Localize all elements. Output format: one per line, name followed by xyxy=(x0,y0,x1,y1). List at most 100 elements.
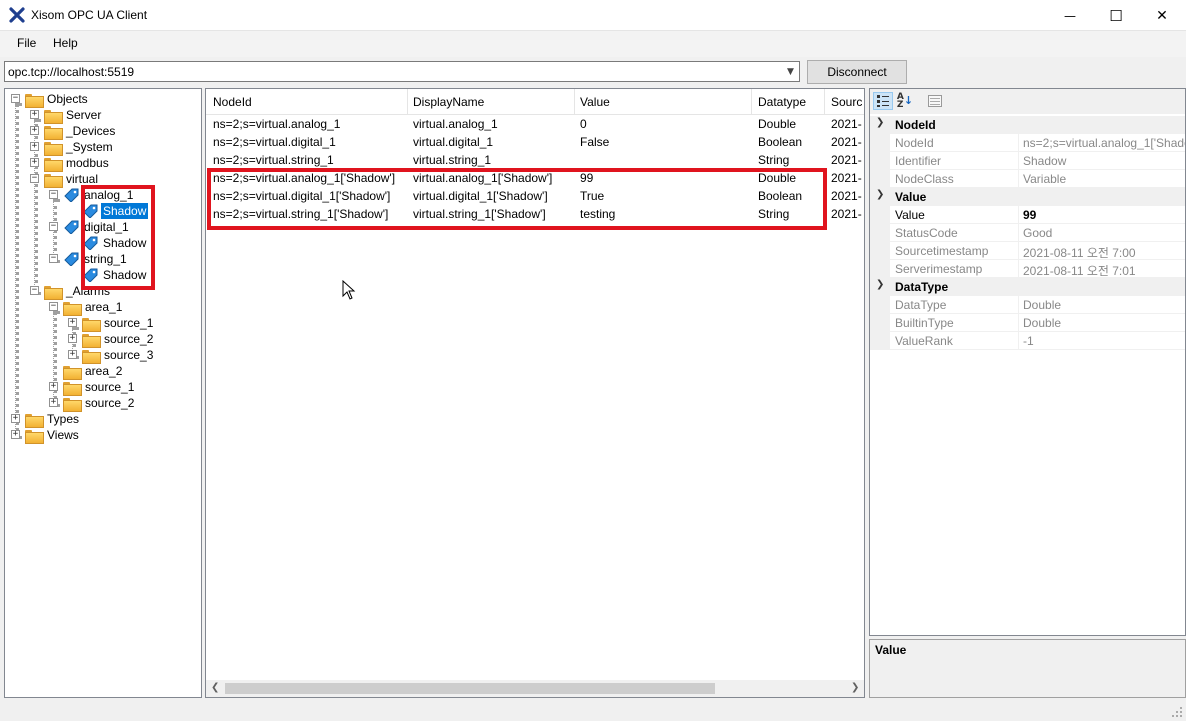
expand-toggle[interactable]: + xyxy=(30,110,39,119)
disconnect-button[interactable]: Disconnect xyxy=(807,60,907,84)
endpoint-url-combobox[interactable]: opc.tcp://localhost:5519 ▼ xyxy=(4,61,800,82)
property-divider xyxy=(1018,152,1019,170)
tree-node-modbus[interactable]: modbus xyxy=(44,155,111,172)
table-row[interactable]: ns=2;s=virtual.analog_1 virtual.analog_1… xyxy=(206,115,864,133)
expand-toggle[interactable]: + xyxy=(30,142,39,151)
property-category-value[interactable]: ❯ Value xyxy=(870,188,1185,206)
maximize-button[interactable]: ☐ xyxy=(1093,0,1139,31)
tree-node-source-3[interactable]: source_3 xyxy=(82,347,155,364)
scroll-right-icon[interactable]: ❯ xyxy=(851,682,859,693)
tag-icon xyxy=(63,188,79,202)
property-row[interactable]: Sourcetimestamp 2021-08-11 오전 7:00 xyxy=(870,242,1185,260)
horizontal-scrollbar[interactable]: ❮ ❯ xyxy=(206,680,864,697)
minimize-button[interactable]: — xyxy=(1047,0,1093,31)
resize-grip-icon[interactable] xyxy=(1171,706,1183,718)
property-row[interactable]: StatusCode Good xyxy=(870,224,1185,242)
category-label: NodeId xyxy=(895,118,936,132)
tree-node-label: source_2 xyxy=(104,332,154,346)
scroll-left-icon[interactable]: ❮ xyxy=(211,682,219,693)
property-value: Double xyxy=(1023,298,1062,312)
property-value[interactable]: 99 xyxy=(1023,208,1036,222)
tree-node-alarms-source-2[interactable]: source_2 xyxy=(63,395,136,412)
expand-toggle[interactable]: + xyxy=(30,158,39,167)
property-row[interactable]: Identifier Shadow xyxy=(870,152,1185,170)
expand-toggle[interactable]: + xyxy=(68,350,77,359)
property-gutter xyxy=(870,170,890,188)
table-row[interactable]: ns=2;s=virtual.digital_1 virtual.digital… xyxy=(206,133,864,151)
property-category-datatype[interactable]: ❯ DataType xyxy=(870,278,1185,296)
property-gutter xyxy=(870,224,890,242)
tree-node-alarms-source-1[interactable]: source_1 xyxy=(63,379,136,396)
property-divider xyxy=(1018,314,1019,332)
property-value: Shadow xyxy=(1023,154,1067,168)
alphabetical-sort-button[interactable]: A Z ↓ xyxy=(895,92,915,110)
property-toolbar: A Z ↓ xyxy=(870,89,1185,114)
column-header-nodeid[interactable]: NodeId xyxy=(213,95,252,109)
property-name: ValueRank xyxy=(895,334,953,348)
tree-node-label: _System xyxy=(66,140,113,154)
expand-toggle[interactable]: + xyxy=(49,398,58,407)
collapse-toggle[interactable]: − xyxy=(49,302,58,311)
tree-node-server[interactable]: Server xyxy=(44,107,103,124)
tree-node-source-2[interactable]: source_2 xyxy=(82,331,155,348)
tree-node-objects[interactable]: Objects xyxy=(25,91,90,108)
table-row[interactable]: ns=2;s=virtual.string_1 virtual.string_1… xyxy=(206,151,864,169)
tree-node-system[interactable]: _System xyxy=(44,139,115,156)
menu-file[interactable]: File xyxy=(17,36,36,50)
categorized-view-button[interactable] xyxy=(873,92,893,110)
column-divider[interactable] xyxy=(407,89,408,115)
folder-icon xyxy=(25,429,44,444)
column-header-displayname[interactable]: DisplayName xyxy=(413,95,484,109)
collapse-toggle[interactable]: − xyxy=(49,222,58,231)
tree-node-devices[interactable]: _Devices xyxy=(44,123,117,140)
property-row[interactable]: NodeClass Variable xyxy=(870,170,1185,188)
tree-node-area-1[interactable]: area_1 xyxy=(63,299,124,316)
expand-toggle[interactable]: + xyxy=(30,126,39,135)
chevron-down-icon[interactable]: ❯ xyxy=(876,117,884,128)
collapse-toggle[interactable]: − xyxy=(30,174,39,183)
tree-node-types[interactable]: Types xyxy=(25,411,81,428)
close-button[interactable]: ✕ xyxy=(1139,0,1185,31)
property-row[interactable]: DataType Double xyxy=(870,296,1185,314)
property-category-nodeid[interactable]: ❯ NodeId xyxy=(870,116,1185,134)
address-space-tree[interactable]: − Objects + Server + _Devices + _System … xyxy=(4,88,202,698)
column-header-value[interactable]: Value xyxy=(580,95,610,109)
property-row[interactable]: NodeId ns=2;s=virtual.analog_1['Shadow'] xyxy=(870,134,1185,152)
property-row[interactable]: BuiltinType Double xyxy=(870,314,1185,332)
scrollbar-thumb[interactable] xyxy=(225,683,715,694)
tree-node-views[interactable]: Views xyxy=(25,427,81,444)
title-bar: Xisom OPC UA Client — ☐ ✕ xyxy=(0,0,1186,31)
collapse-toggle[interactable]: − xyxy=(49,190,58,199)
property-pages-button[interactable] xyxy=(925,92,945,110)
cell-source: 2021- xyxy=(831,153,862,167)
tree-node-area-2[interactable]: area_2 xyxy=(63,363,124,380)
column-header-source[interactable]: Sourc xyxy=(831,95,862,109)
expand-toggle[interactable]: + xyxy=(11,414,20,423)
property-row[interactable]: Value 99 xyxy=(870,206,1185,224)
chevron-down-icon[interactable]: ▼ xyxy=(782,62,799,81)
column-divider[interactable] xyxy=(574,89,575,115)
column-divider[interactable] xyxy=(824,89,825,115)
collapse-toggle[interactable]: − xyxy=(49,254,58,263)
chevron-down-icon[interactable]: ❯ xyxy=(876,279,884,290)
property-name: Identifier xyxy=(895,154,942,168)
menu-help[interactable]: Help xyxy=(53,36,78,50)
property-row[interactable]: Serverimestamp 2021-08-11 오전 7:01 xyxy=(870,260,1185,278)
expand-toggle[interactable]: + xyxy=(49,382,58,391)
property-row[interactable]: ValueRank -1 xyxy=(870,332,1185,350)
property-grid[interactable]: A Z ↓ ❯ NodeId NodeId ns=2;s=virtual.analo… xyxy=(869,88,1186,636)
tree-node-label: source_1 xyxy=(85,380,135,394)
collapse-toggle[interactable]: − xyxy=(11,94,20,103)
tree-node-source-1[interactable]: source_1 xyxy=(82,315,155,332)
property-gutter xyxy=(870,332,890,350)
column-header-datatype[interactable]: Datatype xyxy=(758,95,806,109)
highlight-box-tree xyxy=(81,185,155,290)
expand-toggle[interactable]: + xyxy=(68,318,77,327)
collapse-toggle[interactable]: − xyxy=(30,286,39,295)
property-divider xyxy=(1018,134,1019,152)
chevron-down-icon[interactable]: ❯ xyxy=(876,189,884,200)
expand-toggle[interactable]: + xyxy=(68,334,77,343)
column-divider[interactable] xyxy=(751,89,752,115)
expand-toggle[interactable]: + xyxy=(11,430,20,439)
folder-icon xyxy=(44,109,63,124)
